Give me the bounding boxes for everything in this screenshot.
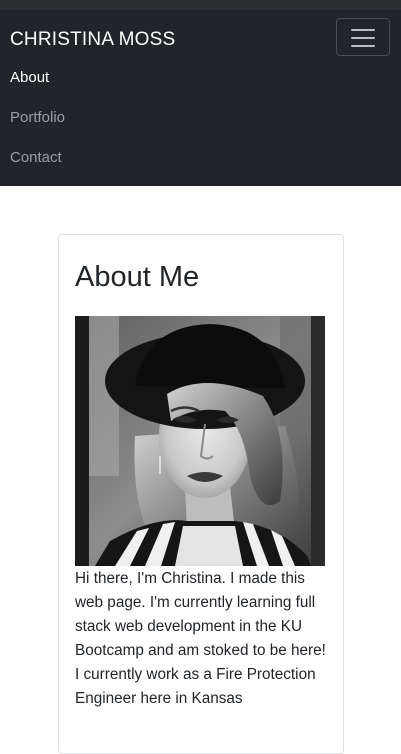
navbar-brand[interactable]: CHRISTINA MOSS [10, 29, 175, 51]
browser-top-strip [0, 0, 401, 10]
navbar-toggle-button[interactable] [336, 18, 390, 56]
hamburger-menu-icon-line [351, 45, 375, 47]
nav-link-about[interactable]: About [10, 69, 49, 86]
navbar: CHRISTINA MOSS About Portfolio Contact [0, 10, 401, 186]
about-title: About Me [75, 261, 200, 293]
about-card: About Me Hi there, I'm Christina. I made… [58, 234, 344, 754]
nav-link-contact[interactable]: Contact [10, 149, 62, 166]
profile-photo [75, 316, 325, 566]
hamburger-menu-icon [351, 29, 375, 31]
nav-link-portfolio[interactable]: Portfolio [10, 109, 65, 126]
about-bio: Hi there, I'm Christina. I made this web… [75, 570, 326, 707]
hamburger-menu-icon-line [351, 37, 375, 39]
